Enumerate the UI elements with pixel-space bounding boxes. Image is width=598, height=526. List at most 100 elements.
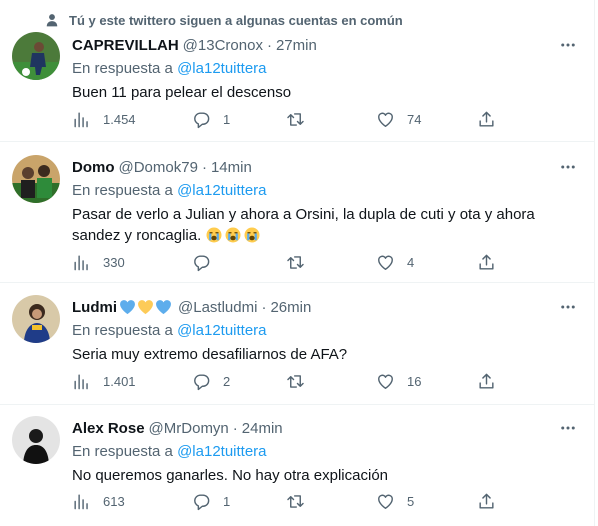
views-icon: [74, 493, 88, 509]
like-button[interactable]: 4: [376, 252, 414, 272]
reply-button[interactable]: 1: [192, 491, 230, 511]
reply-prefix: En respuesta a: [72, 60, 173, 77]
reply-button[interactable]: 2: [192, 371, 230, 391]
retweet-button[interactable]: [286, 491, 317, 511]
like-button[interactable]: 16: [376, 371, 421, 391]
reply-context: En respuesta a @la12tuittera: [72, 59, 578, 79]
mention-link[interactable]: @la12tuittera: [177, 182, 266, 199]
like-count: 5: [407, 493, 415, 509]
reply-button[interactable]: 1: [192, 109, 230, 129]
retweet-icon: [287, 374, 304, 388]
avatar[interactable]: [12, 416, 60, 464]
reply-prefix: En respuesta a: [72, 322, 173, 339]
reply-context: En respuesta a @la12tuittera: [72, 321, 578, 341]
separator-dot: ·: [232, 419, 238, 437]
user-handle[interactable]: @Lastludmi: [178, 299, 257, 316]
reply-count: 1: [223, 493, 231, 509]
views-count: 1.401: [103, 373, 136, 389]
tweet-text: Seria muy extremo desafiliarnos de AFA?: [72, 346, 348, 363]
crying-emojis: [205, 226, 261, 244]
reply-icon: [194, 254, 210, 271]
more-icon: [561, 426, 575, 430]
tweet-text: No queremos ganarles. No hay otra explic…: [72, 467, 389, 484]
share-button[interactable]: [477, 109, 496, 129]
yellow-heart-icon: [138, 300, 153, 315]
heart-icon: [378, 374, 393, 389]
tweet-header: CAPREVILLAH @13Cronox · 27min: [72, 35, 578, 55]
avatar[interactable]: [12, 32, 60, 80]
views-count: 330: [103, 254, 125, 270]
tweet-header: Ludmi @Lastludmi · 26min: [72, 297, 578, 317]
heart-icon: [378, 112, 393, 127]
more-icon: [561, 165, 575, 169]
like-count: 4: [407, 254, 415, 270]
mention-link[interactable]: @la12tuittera: [177, 322, 266, 339]
separator-dot: ·: [266, 36, 272, 54]
views-button[interactable]: 1.454: [72, 109, 136, 129]
share-icon: [479, 254, 494, 270]
blue-heart-icon: [120, 300, 135, 315]
separator-dot: ·: [201, 158, 207, 176]
views-count: 613: [103, 493, 125, 509]
more-options-button[interactable]: [558, 297, 578, 317]
views-count: 1.454: [103, 111, 136, 127]
reply-count: 1: [223, 111, 231, 127]
display-name[interactable]: Ludmi: [72, 299, 117, 316]
crying-face-icon: [244, 227, 260, 243]
more-options-button[interactable]: [558, 418, 578, 438]
display-name[interactable]: Alex Rose: [72, 420, 145, 437]
like-button[interactable]: 74: [376, 109, 421, 129]
share-button[interactable]: [477, 371, 496, 391]
action-bar: 330 4: [72, 252, 502, 272]
timestamp[interactable]: 24min: [242, 420, 283, 437]
reply-icon: [194, 373, 210, 390]
display-name[interactable]: Domo: [72, 159, 115, 176]
share-button[interactable]: [477, 252, 496, 272]
views-button[interactable]: 613: [72, 491, 125, 511]
more-options-button[interactable]: [558, 157, 578, 177]
crying-face-icon: [225, 227, 241, 243]
share-icon: [479, 111, 494, 127]
timestamp[interactable]: 27min: [276, 37, 317, 54]
views-icon: [74, 373, 88, 389]
reply-button[interactable]: [192, 252, 223, 272]
mention-link[interactable]: @la12tuittera: [177, 60, 266, 77]
views-button[interactable]: 1.401: [72, 371, 136, 391]
name-emojis: [119, 299, 172, 315]
display-name[interactable]: CAPREVILLAH: [72, 37, 179, 54]
tweet-header: Alex Rose @MrDomyn · 24min: [72, 418, 578, 438]
avatar[interactable]: [12, 155, 60, 203]
retweet-button[interactable]: [286, 109, 317, 129]
action-bar: 1.454 1 74: [72, 109, 502, 129]
tweet[interactable]: Alex Rose @MrDomyn · 24min En respuesta …: [0, 405, 594, 526]
like-count: 16: [407, 373, 422, 389]
retweet-icon: [287, 112, 304, 126]
retweet-button[interactable]: [286, 252, 317, 272]
user-handle[interactable]: @MrDomyn: [149, 420, 229, 437]
heart-icon: [378, 494, 393, 509]
reply-context: En respuesta a @la12tuittera: [72, 442, 578, 462]
heart-icon: [378, 255, 393, 270]
views-icon: [74, 254, 88, 270]
avatar[interactable]: [12, 295, 60, 343]
retweet-icon: [287, 255, 304, 269]
like-count: 74: [407, 111, 422, 127]
tweet[interactable]: Domo @Domok79 · 14min En respuesta a @la…: [0, 142, 594, 283]
tweet-header: Domo @Domok79 · 14min: [72, 157, 578, 177]
share-icon: [479, 493, 494, 509]
views-icon: [74, 111, 88, 127]
tweet[interactable]: Ludmi @Lastludmi · 26min En respuesta a …: [0, 283, 594, 405]
user-handle[interactable]: @13Cronox: [183, 37, 263, 54]
mention-link[interactable]: @la12tuittera: [177, 443, 266, 460]
reply-count: 2: [223, 373, 231, 389]
retweet-button[interactable]: [286, 371, 317, 391]
share-button[interactable]: [477, 491, 496, 511]
timestamp[interactable]: 14min: [211, 159, 252, 176]
tweet[interactable]: CAPREVILLAH @13Cronox · 27min En respues…: [0, 0, 594, 142]
reply-prefix: En respuesta a: [72, 443, 173, 460]
more-options-button[interactable]: [558, 35, 578, 55]
user-handle[interactable]: @Domok79: [119, 159, 198, 176]
views-button[interactable]: 330: [72, 252, 125, 272]
timestamp[interactable]: 26min: [270, 299, 311, 316]
like-button[interactable]: 5: [376, 491, 414, 511]
